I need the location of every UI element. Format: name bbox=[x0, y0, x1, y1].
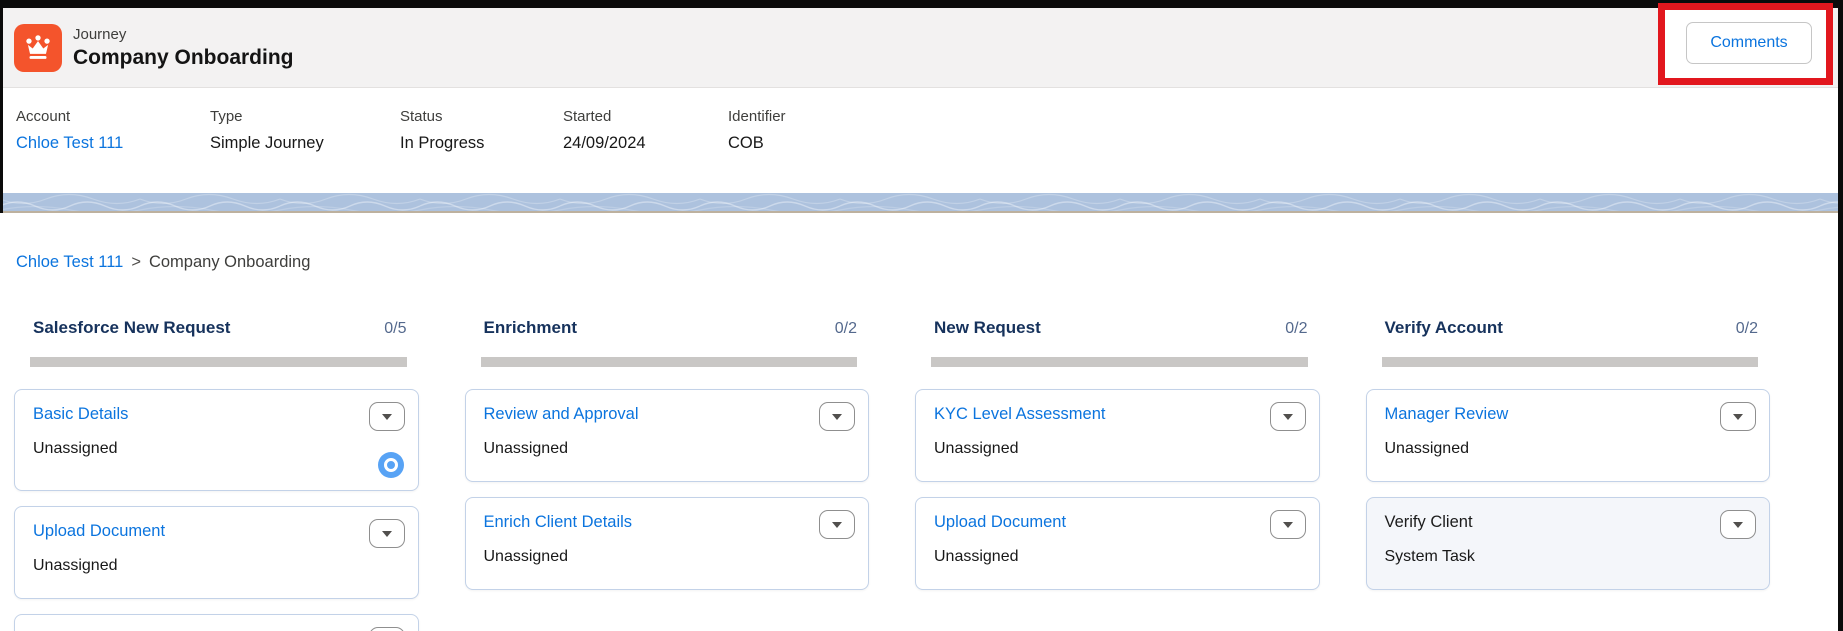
field-account: Account Chloe Test 111 bbox=[16, 106, 210, 193]
field-identifier-label: Identifier bbox=[728, 106, 786, 128]
field-identifier-value: COB bbox=[728, 130, 786, 156]
field-started-label: Started bbox=[563, 106, 728, 128]
field-status: Status In Progress bbox=[400, 106, 563, 193]
task-menu-button[interactable] bbox=[1270, 402, 1306, 431]
task-assignee: Unassigned bbox=[1385, 438, 1718, 459]
chevron-down-icon bbox=[832, 522, 842, 528]
page-title: Company Onboarding bbox=[73, 44, 294, 71]
field-status-value: In Progress bbox=[400, 130, 563, 156]
task-link[interactable]: Review and Approval bbox=[484, 403, 639, 425]
column-count: 0/5 bbox=[384, 320, 406, 338]
field-status-label: Status bbox=[400, 106, 563, 128]
field-account-label: Account bbox=[16, 106, 210, 128]
breadcrumb-current: Company Onboarding bbox=[149, 253, 310, 272]
task-card: Enrich Client Details Unassigned bbox=[465, 497, 870, 590]
task-card: KYC Level Assessment Unassigned bbox=[915, 389, 1320, 482]
task-menu-button[interactable] bbox=[369, 519, 405, 548]
task-link[interactable]: Basic Details bbox=[33, 403, 128, 425]
breadcrumb-separator: > bbox=[131, 253, 141, 272]
column-enrichment: Enrichment 0/2 Review and Approval Unass… bbox=[465, 315, 870, 631]
column-progress-bar bbox=[481, 357, 858, 367]
chevron-down-icon bbox=[1733, 522, 1743, 528]
comments-button[interactable]: Comments bbox=[1686, 22, 1812, 64]
chevron-down-icon bbox=[1283, 414, 1293, 420]
task-link[interactable]: Enrich Client Details bbox=[484, 511, 633, 533]
journey-crown-icon bbox=[14, 24, 62, 72]
field-identifier: Identifier COB bbox=[728, 106, 786, 193]
task-assignee: Unassigned bbox=[33, 555, 366, 576]
field-started-value: 24/09/2024 bbox=[563, 130, 728, 156]
task-link[interactable]: Upload Document bbox=[934, 511, 1066, 533]
task-assignee: Unassigned bbox=[484, 546, 817, 567]
field-started: Started 24/09/2024 bbox=[563, 106, 728, 193]
breadcrumb-account-link[interactable]: Chloe Test 111 bbox=[16, 253, 123, 272]
task-assignee: Unassigned bbox=[33, 438, 366, 459]
column-title: Salesforce New Request bbox=[33, 315, 230, 340]
task-link[interactable]: Upload Document bbox=[33, 520, 165, 542]
column-title: New Request bbox=[934, 315, 1041, 340]
window-left-edge bbox=[0, 0, 3, 213]
column-progress-bar bbox=[1382, 357, 1759, 367]
task-card: Upload Document Unassigned bbox=[915, 497, 1320, 590]
task-assignee: Unassigned bbox=[934, 546, 1267, 567]
column-progress-bar bbox=[931, 357, 1308, 367]
active-step-badge-icon bbox=[378, 452, 404, 478]
task-assignee: Unassigned bbox=[934, 438, 1267, 459]
task-card-partial bbox=[14, 614, 419, 631]
window-right-edge bbox=[1838, 0, 1843, 631]
task-assignee: System Task bbox=[1385, 546, 1718, 567]
task-menu-button[interactable] bbox=[369, 402, 405, 431]
column-count: 0/2 bbox=[835, 320, 857, 338]
field-type-label: Type bbox=[210, 106, 400, 128]
task-menu-button[interactable] bbox=[819, 402, 855, 431]
column-progress-bar bbox=[30, 357, 407, 367]
task-menu-button[interactable] bbox=[1270, 510, 1306, 539]
breadcrumb: Chloe Test 111 > Company Onboarding bbox=[16, 253, 310, 272]
task-menu-button[interactable] bbox=[1720, 402, 1756, 431]
task-card: Review and Approval Unassigned bbox=[465, 389, 870, 482]
chevron-down-icon bbox=[832, 414, 842, 420]
task-card: Upload Document Unassigned bbox=[14, 506, 419, 599]
window-top-edge bbox=[0, 0, 1843, 8]
system-task-card: Verify Client System Task bbox=[1366, 497, 1771, 590]
field-type-value: Simple Journey bbox=[210, 130, 400, 156]
task-title: Verify Client bbox=[1385, 511, 1473, 533]
column-title: Enrichment bbox=[484, 315, 578, 340]
entity-label: Journey bbox=[73, 25, 294, 44]
record-header: Journey Company Onboarding bbox=[0, 8, 1843, 88]
column-count: 0/2 bbox=[1736, 320, 1758, 338]
field-type: Type Simple Journey bbox=[210, 106, 400, 193]
task-menu-button[interactable] bbox=[369, 627, 405, 631]
column-salesforce-new-request: Salesforce New Request 0/5 Basic Details… bbox=[14, 315, 419, 631]
chevron-down-icon bbox=[1733, 414, 1743, 420]
task-menu-button[interactable] bbox=[819, 510, 855, 539]
decorative-banner bbox=[0, 193, 1843, 213]
column-verify-account: Verify Account 0/2 Manager Review Unassi… bbox=[1366, 315, 1771, 631]
column-count: 0/2 bbox=[1285, 320, 1307, 338]
field-account-value-link[interactable]: Chloe Test 111 bbox=[16, 130, 210, 156]
kanban-board: Salesforce New Request 0/5 Basic Details… bbox=[0, 315, 1843, 631]
task-menu-button[interactable] bbox=[1720, 510, 1756, 539]
task-card: Manager Review Unassigned bbox=[1366, 389, 1771, 482]
task-card: Basic Details Unassigned bbox=[14, 389, 419, 491]
column-title: Verify Account bbox=[1385, 315, 1503, 340]
task-assignee: Unassigned bbox=[484, 438, 817, 459]
column-new-request: New Request 0/2 KYC Level Assessment Una… bbox=[915, 315, 1320, 631]
chevron-down-icon bbox=[1283, 522, 1293, 528]
task-link[interactable]: KYC Level Assessment bbox=[934, 403, 1106, 425]
detail-field-row: Account Chloe Test 111 Type Simple Journ… bbox=[0, 89, 1843, 193]
task-link[interactable]: Manager Review bbox=[1385, 403, 1509, 425]
chevron-down-icon bbox=[382, 531, 392, 537]
chevron-down-icon bbox=[382, 414, 392, 420]
